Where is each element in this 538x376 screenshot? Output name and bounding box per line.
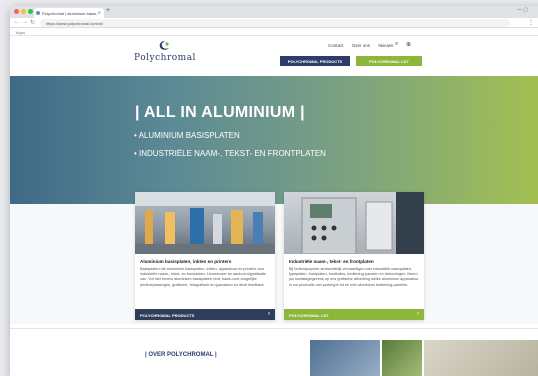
hero-banner: | ALL IN ALUMINIUM | • ALUMINIUM BASISPL…	[10, 76, 538, 204]
card-footer-ldt[interactable]: POLYCHROMAL LDT ›	[284, 309, 424, 320]
control-panel-illustration	[301, 192, 424, 254]
card-footer-label: POLYCHROMAL LDT	[289, 313, 329, 318]
hero-bullet-basisplaten: • ALUMINIUM BASISPLATEN	[134, 131, 240, 140]
search-icon[interactable]: ⌕	[395, 41, 398, 48]
browser-menu-icon[interactable]: ⋮	[528, 19, 534, 26]
toplink-contact[interactable]: Contact	[328, 43, 344, 48]
top-links: Contact Over ons Nieuws	[328, 43, 400, 48]
chevron-right-icon: ›	[417, 311, 419, 317]
reload-icon[interactable]: ↻	[30, 19, 35, 26]
logo-mark-icon	[159, 41, 169, 50]
tab-title: Polychromal | aluminium basis...	[42, 11, 100, 16]
card-text: Basisplaten die aluminium basisplaten, i…	[140, 267, 266, 287]
card-text: Bij Ierlandpolymer ambachtelijk vervaard…	[289, 267, 419, 287]
new-tab-button[interactable]: +	[106, 7, 110, 14]
section-divider	[10, 328, 538, 329]
trees-photo	[382, 340, 422, 376]
bookmark-apps[interactable]: Apps	[16, 30, 25, 35]
toplink-over-ons[interactable]: Over ons	[352, 43, 370, 48]
tab-close-icon[interactable]: ✕	[98, 10, 101, 15]
site-header: Polychromal Contact Over ons Nieuws ⌕ ⊕ …	[10, 36, 538, 76]
chevron-right-icon: ›	[268, 311, 270, 317]
card-industriele-frontplaten[interactable]: Industriële naam-, tekst- en frontplaten…	[284, 192, 424, 320]
about-heading: | OVER POLYCHROMAL |	[145, 352, 217, 358]
hero-title: | ALL IN ALUMINIUM |	[135, 104, 305, 121]
exterior-photo	[424, 340, 538, 376]
polychromal-products-button[interactable]: POLYCHROMAL PRODUCTS	[280, 56, 350, 66]
factory-photo	[135, 192, 275, 254]
tab-bar: Polychromal | aluminium basis... ✕ + — ▢	[10, 6, 538, 18]
control-panel-photo	[284, 192, 424, 254]
hero-bullet-frontplaten: • INDUSTRIËLE NAAM-, TEKST- EN FRONTPLAT…	[134, 149, 326, 158]
close-window-icon[interactable]	[14, 9, 19, 14]
factory-illustration	[135, 192, 275, 254]
toplink-nieuws[interactable]: Nieuws	[378, 43, 393, 48]
building-photo	[310, 340, 380, 376]
card-footer-products[interactable]: POLYCHROMAL PRODUCTS ›	[135, 309, 275, 320]
url-field[interactable]: https://www.polychromal.com/nl/	[40, 19, 510, 27]
polychromal-logo[interactable]: Polychromal	[125, 40, 205, 70]
card-footer-label: POLYCHROMAL PRODUCTS	[140, 313, 195, 318]
language-globe-icon[interactable]: ⊕	[406, 41, 411, 48]
card-title: Industriële naam-, tekst- en frontplaten	[289, 259, 374, 264]
minimize-window-icon[interactable]	[21, 9, 26, 14]
card-title: Aluminium basisplaten, inkten en printer…	[140, 259, 232, 264]
forward-icon[interactable]: →	[22, 19, 28, 25]
browser-tab[interactable]: Polychromal | aluminium basis... ✕	[34, 8, 104, 18]
back-icon[interactable]: ←	[14, 19, 20, 25]
card-aluminium-basisplaten[interactable]: Aluminium basisplaten, inkten en printer…	[135, 192, 275, 320]
polychromal-ldt-button[interactable]: POLYCHROMAL LDT	[356, 56, 422, 66]
bookmarks-bar: Apps	[10, 28, 538, 36]
address-bar-row: ← → ↻ https://www.polychromal.com/nl/ ⋮	[10, 18, 538, 28]
logo-text: Polychromal	[134, 53, 196, 63]
favicon-icon	[36, 11, 40, 15]
window-controls-icon[interactable]: — ▢	[517, 7, 528, 13]
browser-window: Polychromal | aluminium basis... ✕ + — ▢…	[10, 6, 538, 376]
maximize-window-icon[interactable]	[28, 9, 33, 14]
